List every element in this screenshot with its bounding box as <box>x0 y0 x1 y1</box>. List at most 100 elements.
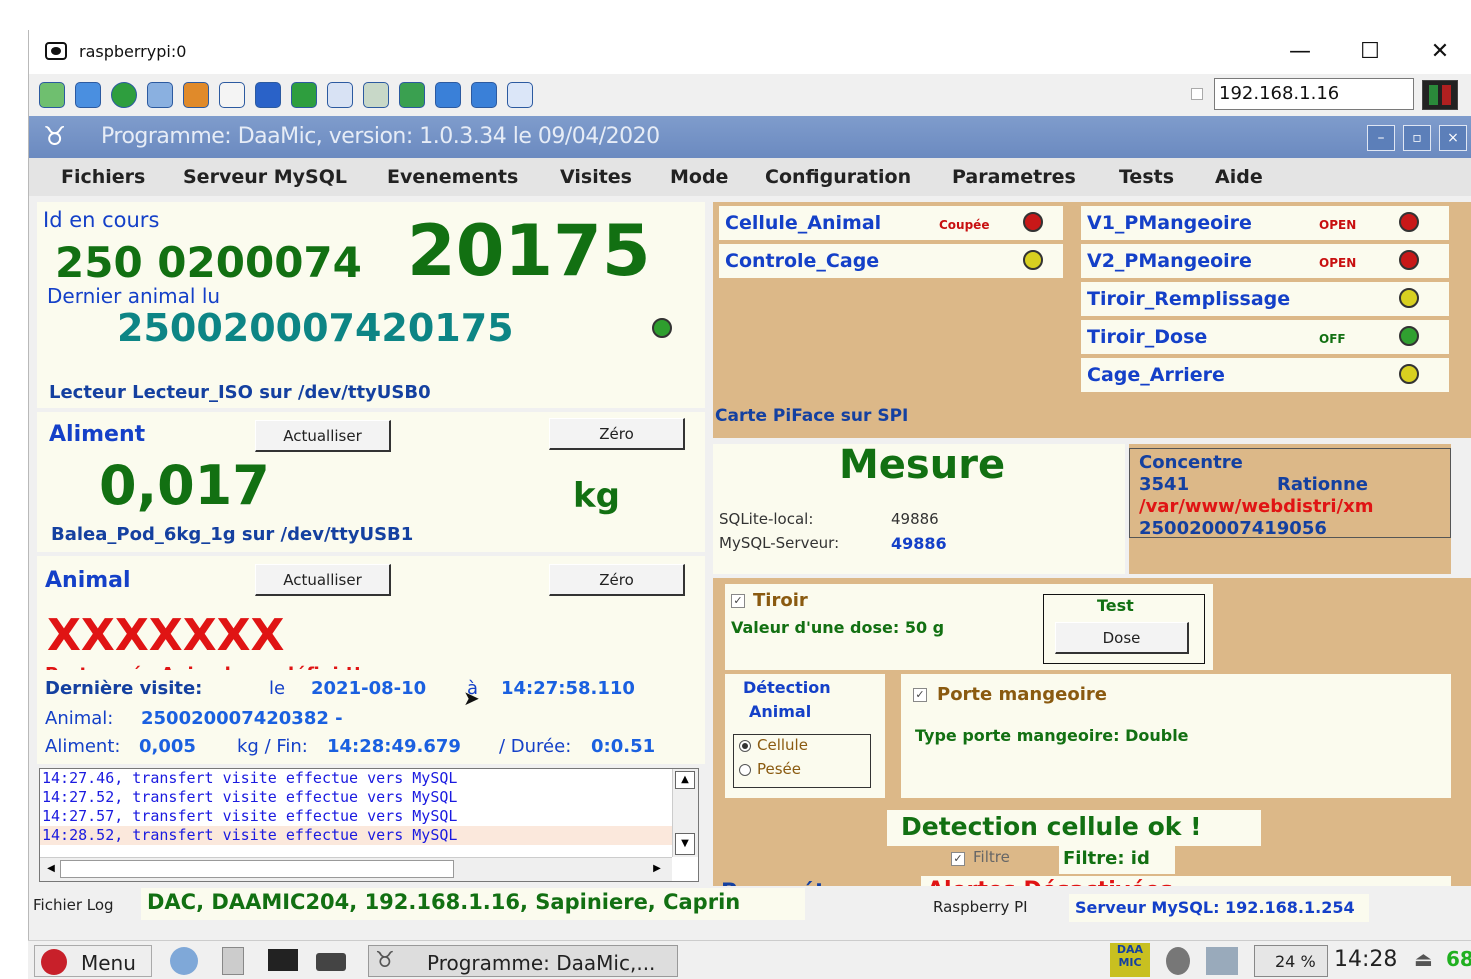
io-tiroir-dose: Tiroir_Dose OFF <box>1081 320 1449 354</box>
scroll-up-icon[interactable]: ▲ <box>675 771 695 789</box>
sqlite-value: 49886 <box>891 510 939 528</box>
tiroir-checkbox[interactable]: ✓ <box>731 594 745 608</box>
bluetooth-icon[interactable] <box>1166 947 1190 975</box>
io-led <box>1399 326 1419 346</box>
detection-title-1: Détection <box>743 678 831 697</box>
pause-icon[interactable] <box>1422 80 1458 110</box>
windows-key-icon[interactable] <box>183 82 209 108</box>
tiroir-dose-value: Valeur d'une dose: 50 g <box>731 618 945 637</box>
log-vertical-scrollbar[interactable]: ▲ ▼ <box>672 769 698 857</box>
transfer-files-icon[interactable] <box>327 82 353 108</box>
menu-evenements[interactable]: Evenements <box>387 166 518 188</box>
network-icon[interactable] <box>1206 947 1238 975</box>
connection-options-icon[interactable] <box>39 82 65 108</box>
filtre-checkbox[interactable]: ✓ <box>951 852 965 866</box>
detection-title-2: Animal <box>749 702 812 721</box>
scroll-down-icon[interactable]: ▼ <box>675 833 695 855</box>
scroll-thumb[interactable] <box>60 860 454 878</box>
cpu-monitor: 24 % <box>1254 945 1328 977</box>
visit-animal-label: Animal: <box>45 708 114 729</box>
menu-tests[interactable]: Tests <box>1119 166 1174 188</box>
io-state: OPEN <box>1319 256 1357 270</box>
keyboard-icon[interactable] <box>316 953 346 971</box>
io-label: Tiroir_Remplissage <box>1087 288 1291 310</box>
app-close-button[interactable]: × <box>1439 125 1467 151</box>
switch-monitor-icon[interactable] <box>399 82 425 108</box>
vnc-toolbar: 192.168.1.16 <box>29 74 1471 116</box>
radio-pesee[interactable] <box>739 764 751 776</box>
aliment-refresh-button[interactable]: Actualliser <box>255 420 391 452</box>
app-maximize-button[interactable]: ▫ <box>1403 125 1431 151</box>
log-horizontal-scrollbar[interactable]: ◀ ▶ <box>40 857 672 881</box>
menu-aide[interactable]: Aide <box>1215 166 1263 188</box>
log-line-selected[interactable]: 14:28.52, transfert visite effectue vers… <box>40 826 698 845</box>
cpu-usage: 24 % <box>1275 952 1316 971</box>
sqlite-label: SQLite-local: <box>719 510 814 528</box>
animal-weight-value: XXXXXXX <box>47 610 285 661</box>
info-icon[interactable] <box>255 82 281 108</box>
reader-info: Lecteur Lecteur_ISO sur /dev/ttyUSB0 <box>49 382 431 403</box>
full-screen-icon[interactable] <box>75 82 101 108</box>
globe-icon[interactable] <box>111 82 137 108</box>
station-info: DAC, DAAMIC204, 192.168.1.16, Sapiniere,… <box>147 890 741 914</box>
io-led <box>1023 250 1043 270</box>
ip-checkbox[interactable] <box>1191 88 1203 100</box>
menu-button[interactable]: Menu <box>34 945 152 977</box>
terminal-icon[interactable] <box>268 949 298 971</box>
screen-capture-icon[interactable] <box>435 82 461 108</box>
animal-zero-button[interactable]: Zéro <box>549 564 685 596</box>
config-panel: ✓ Tiroir Valeur d'une dose: 50 g Test Do… <box>713 578 1471 914</box>
text-abc-icon[interactable] <box>219 82 245 108</box>
visit-aliment-value: 0,005 <box>139 736 196 757</box>
io-panel: Cellule_Animal Coupée Controle_Cage V1_P… <box>713 202 1471 438</box>
close-button[interactable]: ✕ <box>1425 38 1455 66</box>
mesure-panel: Mesure SQLite-local: 49886 MySQL-Serveur… <box>713 442 1125 574</box>
id-panel: Id en cours 250 0200074 20175 Dernier an… <box>37 202 705 408</box>
settings-icon[interactable] <box>507 82 533 108</box>
record-icon[interactable] <box>471 82 497 108</box>
aliment-panel: Aliment Actualliser Zéro 0,017 kg Balea_… <box>37 412 705 552</box>
eject-icon[interactable]: ⏏ <box>1414 947 1433 971</box>
menu-fichiers[interactable]: Fichiers <box>61 166 145 188</box>
taskbar-task-daamic[interactable]: ♉ Programme: DaaMic,... <box>368 945 678 977</box>
detection-status: Detection cellule ok ! <box>901 812 1202 841</box>
log-line: 14:27.52, transfert visite effectue vers… <box>42 788 458 806</box>
maximize-button[interactable]: ☐ <box>1355 38 1385 66</box>
log-listbox[interactable]: 14:27.46, transfert visite effectue vers… <box>39 768 699 882</box>
send-ctrl-alt-del-icon[interactable] <box>363 82 389 108</box>
ip-address-field[interactable]: 192.168.1.16 <box>1214 78 1414 110</box>
scroll-right-icon[interactable]: ▶ <box>648 860 666 878</box>
last-visit-date: 2021-08-10 <box>311 678 427 699</box>
menu-parametres[interactable]: Parametres <box>952 166 1076 188</box>
mysql-value: 49886 <box>891 534 947 553</box>
browser-icon[interactable] <box>170 947 198 975</box>
menu-configuration[interactable]: Configuration <box>765 166 911 188</box>
io-state: OPEN <box>1319 218 1357 232</box>
io-led <box>1399 250 1419 270</box>
minimize-button[interactable]: — <box>1285 38 1315 66</box>
menu-bar: Fichiers Serveur MySQL Evenements Visite… <box>29 158 1471 196</box>
menu-serveur-mysql[interactable]: Serveur MySQL <box>183 166 347 188</box>
animal-refresh-button[interactable]: Actualliser <box>255 564 391 596</box>
clock: 14:28 <box>1334 947 1398 972</box>
visit-animal-id: 250020007420382 - <box>141 708 343 729</box>
chat-icon[interactable] <box>291 82 317 108</box>
radio-cellule[interactable] <box>739 740 751 752</box>
app-minimize-button[interactable]: – <box>1367 125 1395 151</box>
daamic-tray-icon[interactable]: DAA MIC <box>1110 943 1150 977</box>
menu-visites[interactable]: Visites <box>560 166 632 188</box>
visit-fin-label: kg / Fin: <box>237 736 308 757</box>
io-tiroir-remplissage: Tiroir_Remplissage <box>1081 282 1449 316</box>
animal-label: Animal <box>45 568 131 593</box>
porte-checkbox[interactable]: ✓ <box>913 688 927 702</box>
id-label: Id en cours <box>43 208 160 232</box>
aliment-zero-button[interactable]: Zéro <box>549 418 685 450</box>
dose-button[interactable]: Dose <box>1055 622 1189 654</box>
io-led <box>1399 364 1419 384</box>
scroll-left-icon[interactable]: ◀ <box>42 860 60 878</box>
refresh-icon[interactable] <box>147 82 173 108</box>
tiroir-label: Tiroir <box>753 590 808 611</box>
file-manager-icon[interactable] <box>222 947 244 975</box>
menu-mode[interactable]: Mode <box>670 166 728 188</box>
tray-extra: 68 <box>1446 947 1471 971</box>
